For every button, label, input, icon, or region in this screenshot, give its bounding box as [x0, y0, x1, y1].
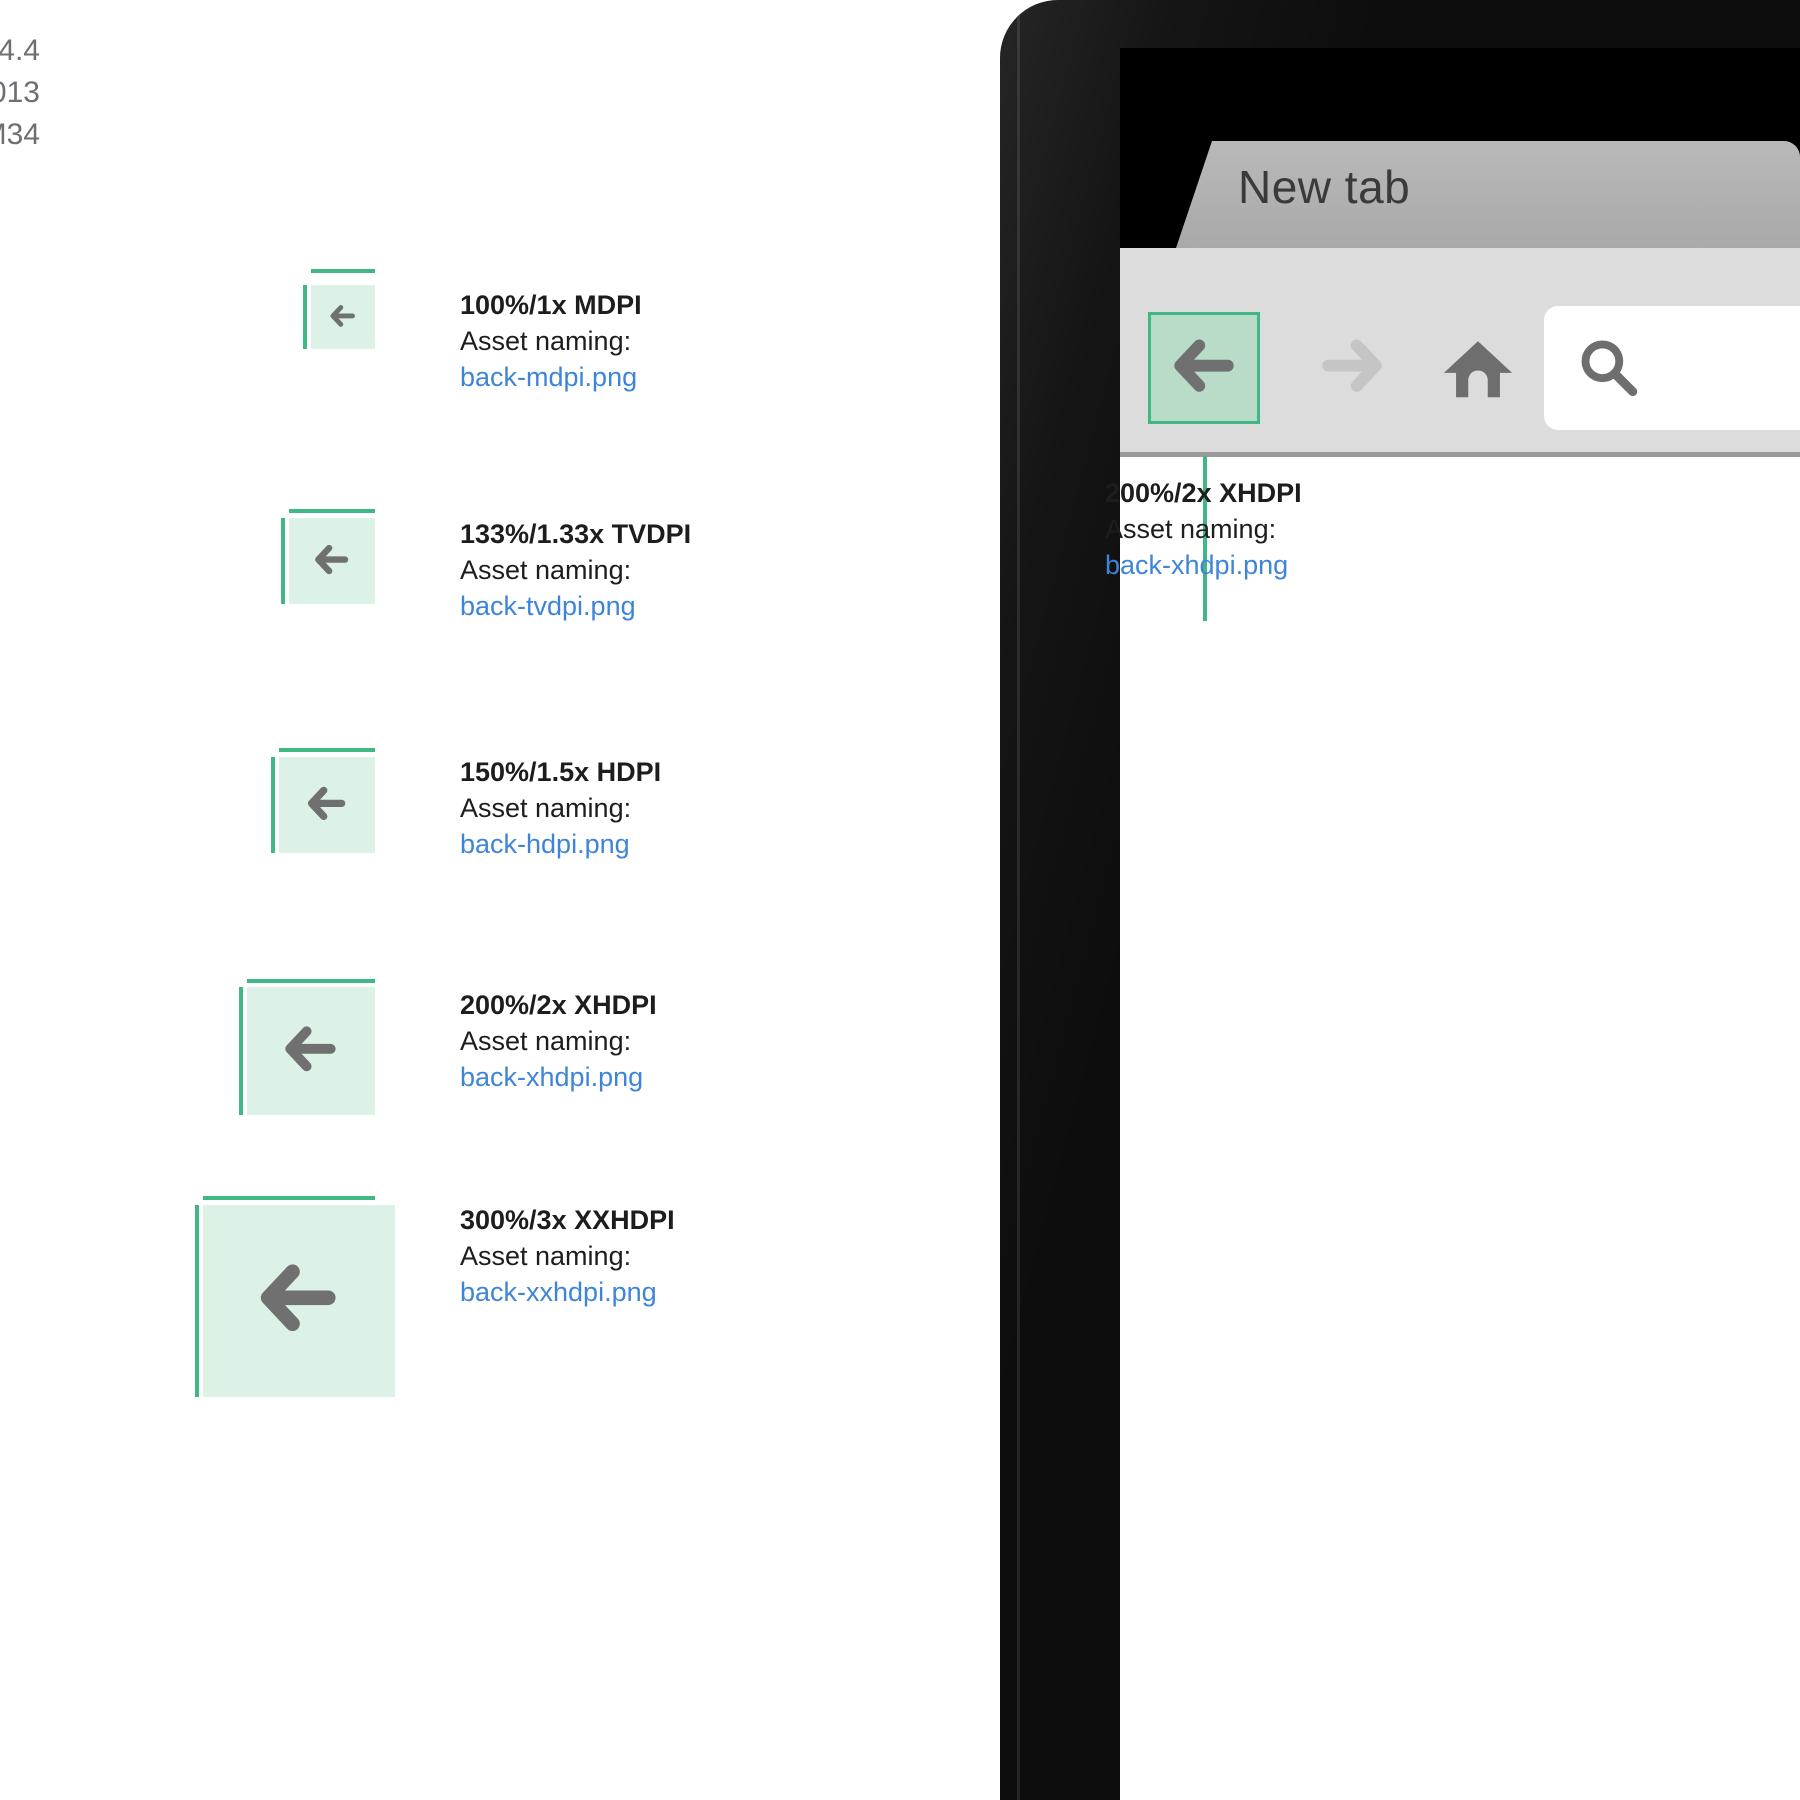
asset-naming-label-mdpi: Asset naming: — [460, 326, 632, 356]
device-screen: New tab — [1120, 48, 1800, 1800]
asset-filename-mdpi[interactable]: back-mdpi.png — [460, 359, 642, 395]
asset-filename-xhdpi[interactable]: back-xhdpi.png — [460, 1059, 657, 1095]
device-callout-title: 200%/2x XHDPI — [1105, 478, 1302, 508]
back-arrow-icon — [307, 786, 346, 821]
asset-desc-tvdpi: 133%/1.33x TVDPI Asset naming: back-tvdp… — [460, 516, 691, 624]
search-icon — [1581, 340, 1638, 397]
asset-filename-hdpi[interactable]: back-hdpi.png — [460, 826, 661, 862]
browser-page-body — [1120, 457, 1800, 1800]
doc-header: Chrome on Android 4.4 Nexus 7 2013 Versi… — [0, 30, 40, 156]
asset-naming-label-xxhdpi: Asset naming: — [460, 1241, 632, 1271]
device-callout-filename[interactable]: back-xhdpi.png — [1105, 547, 1302, 583]
asset-filename-tvdpi[interactable]: back-tvdpi.png — [460, 588, 691, 624]
toolbar-search-field[interactable] — [1544, 306, 1800, 430]
measure-rule-top-xhdpi — [247, 979, 375, 983]
asset-filename-xxhdpi[interactable]: back-xxhdpi.png — [460, 1274, 675, 1310]
asset-swatch-hdpi — [279, 757, 375, 853]
browser-tabstrip: New tab — [1120, 48, 1800, 248]
back-arrow-icon — [315, 544, 349, 575]
device-callout-naming-label: Asset naming: — [1105, 514, 1277, 544]
asset-spec-panel: Chrome on Android 4.4 Nexus 7 2013 Versi… — [0, 0, 1000, 1800]
asset-naming-label-xhdpi: Asset naming: — [460, 1026, 632, 1056]
page-root: Chrome on Android 4.4 Nexus 7 2013 Versi… — [0, 0, 1800, 1800]
asset-desc-xhdpi: 200%/2x XHDPI Asset naming: back-xhdpi.p… — [460, 987, 657, 1095]
asset-desc-hdpi: 150%/1.5x HDPI Asset naming: back-hdpi.p… — [460, 754, 661, 862]
asset-title-xhdpi: 200%/2x XHDPI — [460, 990, 657, 1020]
measure-rule-left-xhdpi — [239, 987, 243, 1115]
toolbar-forward-button[interactable] — [1296, 312, 1408, 424]
device-mockup-panel: New tab — [1000, 0, 1800, 1800]
asset-naming-label-tvdpi: Asset naming: — [460, 555, 632, 585]
measure-rule-top-tvdpi — [289, 509, 375, 513]
asset-desc-mdpi: 100%/1x MDPI Asset naming: back-mdpi.png — [460, 287, 642, 395]
back-arrow-icon — [1174, 339, 1234, 392]
back-arrow-icon — [330, 305, 355, 327]
toolbar-back-button[interactable] — [1148, 312, 1260, 424]
measure-rule-left-mdpi — [303, 285, 307, 349]
measure-rule-left-xxhdpi — [195, 1205, 199, 1397]
home-icon — [1443, 341, 1513, 398]
asset-swatch-xxhdpi — [203, 1205, 395, 1397]
asset-swatch-mdpi — [311, 285, 375, 349]
asset-title-hdpi: 150%/1.5x HDPI — [460, 757, 662, 787]
doc-header-device: Nexus 7 2013 — [0, 76, 40, 109]
device-asset-callout: 200%/2x XHDPI Asset naming: back-xhdpi.p… — [1105, 475, 1302, 583]
asset-title-tvdpi: 133%/1.33x TVDPI — [460, 519, 692, 549]
asset-desc-xxhdpi: 300%/3x XXHDPI Asset naming: back-xxhdpi… — [460, 1202, 675, 1310]
measure-rule-left-tvdpi — [281, 518, 285, 604]
browser-tab-label: New tab — [1238, 161, 1411, 213]
measure-rule-top-xxhdpi — [203, 1196, 375, 1200]
bezel-inner-edge — [1017, 0, 1020, 1800]
asset-title-xxhdpi: 300%/3x XXHDPI — [460, 1205, 675, 1235]
asset-title-mdpi: 100%/1x MDPI — [460, 290, 642, 320]
asset-swatch-xhdpi — [247, 987, 375, 1115]
back-arrow-icon — [260, 1264, 336, 1332]
back-arrow-icon — [285, 1026, 336, 1072]
doc-header-platform: Chrome on Android 4.4 — [0, 34, 40, 67]
measure-rule-top-hdpi — [279, 748, 375, 752]
measure-rule-left-hdpi — [271, 757, 275, 853]
asset-swatch-tvdpi — [289, 518, 375, 604]
doc-header-version: Version: M34 — [0, 118, 40, 151]
toolbar-home-button[interactable] — [1422, 312, 1534, 424]
asset-naming-label-hdpi: Asset naming: — [460, 793, 632, 823]
measure-rule-top-mdpi — [311, 269, 375, 273]
browser-toolbar — [1120, 248, 1800, 456]
forward-arrow-icon — [1322, 339, 1382, 392]
